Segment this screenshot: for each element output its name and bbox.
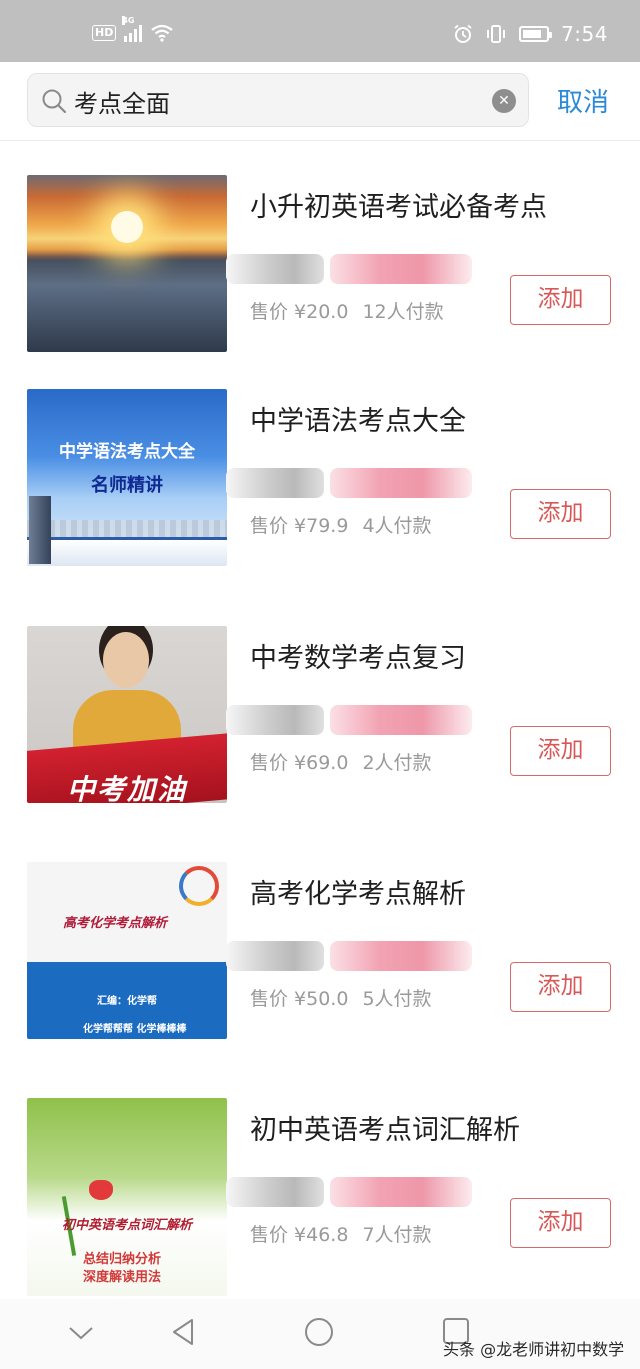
blurred-text (330, 468, 472, 498)
course-thumbnail[interactable]: 高考化学考点解析 汇编：化学帮 化学帮帮帮 化学棒棒棒 (27, 862, 227, 1039)
tulip-image (89, 1180, 113, 1200)
home-icon[interactable] (304, 1317, 334, 1347)
battery-icon (519, 26, 553, 42)
clock: 7:54 (561, 22, 608, 46)
blurred-text (226, 705, 324, 735)
course-title[interactable]: 小升初英语考试必备考点 (250, 185, 547, 224)
price: 售价 ¥46.8 (250, 1224, 349, 1246)
course-title[interactable]: 高考化学考点解析 (250, 872, 466, 911)
blurred-text (330, 941, 472, 971)
thumbnail-text: 化学帮帮帮 化学棒棒棒 (83, 1024, 187, 1035)
course-thumbnail[interactable]: 中学语法考点大全 名师精讲 (27, 389, 227, 566)
cancel-button[interactable]: 取消 (557, 82, 609, 119)
signal-icon: 4G (122, 16, 143, 42)
chevron-down-icon[interactable] (68, 1325, 94, 1341)
course-title[interactable]: 中学语法考点大全 (250, 399, 466, 438)
buyer-count: 5人付款 (362, 988, 432, 1010)
buyer-count: 2人付款 (362, 752, 432, 774)
add-button[interactable]: 添加 (510, 275, 611, 325)
price: 售价 ¥69.0 (250, 752, 349, 774)
list-item[interactable]: 高考化学考点解析 汇编：化学帮 化学帮帮帮 化学棒棒棒 高考化学考点解析 售价 … (0, 862, 640, 1098)
thumbnail-text: 初中英语考点词汇解析 (61, 1218, 192, 1233)
course-thumbnail[interactable]: 初中英语考点词汇解析 总结归纳分析 深度解读用法 (27, 1098, 227, 1296)
blurred-text (226, 468, 324, 498)
thumbnail-text: 中学语法考点大全 (59, 442, 195, 462)
buyer-count: 4人付款 (362, 515, 432, 537)
blurred-text (226, 254, 324, 284)
hd-icon: HD (92, 25, 117, 41)
search-box[interactable]: ✕ (27, 73, 529, 127)
thumbnail-text: 总结归纳分析 (83, 1252, 162, 1267)
thumbnail-text: 名师精讲 (91, 475, 163, 496)
add-button[interactable]: 添加 (510, 489, 611, 539)
price: 售价 ¥50.0 (250, 988, 349, 1010)
building-image (29, 496, 51, 564)
list-item[interactable]: 中学语法考点大全 名师精讲 中学语法考点大全 售价 ¥79.9 4人付款 添加 (0, 389, 640, 625)
course-meta: 售价 ¥69.0 2人付款 (250, 748, 432, 775)
alarm-icon (454, 24, 472, 43)
add-button[interactable]: 添加 (510, 962, 611, 1012)
course-meta: 售价 ¥50.0 5人付款 (250, 984, 432, 1011)
buyer-count: 12人付款 (362, 301, 444, 323)
list-item[interactable]: 小升初英语考试必备考点 售价 ¥20.0 12人付款 添加 (0, 175, 640, 411)
add-button[interactable]: 添加 (510, 726, 611, 776)
price: 售价 ¥20.0 (250, 301, 349, 323)
buyer-count: 7人付款 (362, 1224, 432, 1246)
course-meta: 售价 ¥46.8 7人付款 (250, 1220, 432, 1247)
thumbnail-text: 高考化学考点解析 (63, 916, 168, 931)
back-icon[interactable] (170, 1317, 196, 1347)
course-meta: 售价 ¥79.9 4人付款 (250, 511, 432, 538)
course-thumbnail[interactable]: 中考加油 (27, 626, 227, 803)
list-item[interactable]: 中考加油 中考数学考点复习 售价 ¥69.0 2人付款 添加 (0, 626, 640, 862)
add-button[interactable]: 添加 (510, 1198, 611, 1248)
network-type: 4G (122, 16, 135, 25)
clear-icon[interactable]: ✕ (492, 89, 516, 113)
blurred-text (330, 1177, 472, 1207)
thumbnail-text: 汇编：化学帮 (97, 996, 157, 1007)
course-title[interactable]: 中考数学考点复习 (250, 636, 466, 675)
blurred-text (330, 254, 472, 284)
blurred-text (330, 705, 472, 735)
course-title[interactable]: 初中英语考点词汇解析 (250, 1108, 520, 1147)
watermark: 头条 @龙老师讲初中数学 (436, 1332, 629, 1364)
status-bar: HD 4G 7:54 (0, 0, 640, 62)
logo-icon (179, 866, 219, 906)
search-input[interactable] (74, 82, 474, 120)
course-thumbnail[interactable] (27, 175, 227, 352)
search-header: ✕ 取消 (0, 62, 640, 141)
vibrate-icon (487, 25, 506, 43)
blurred-text (226, 1177, 324, 1207)
sun-image (111, 211, 143, 243)
blurred-text (226, 941, 324, 971)
course-meta: 售价 ¥20.0 12人付款 (250, 297, 444, 324)
thumbnail-text: 中考加油 (66, 773, 187, 803)
price: 售价 ¥79.9 (250, 515, 349, 537)
thumbnail-text: 深度解读用法 (83, 1270, 162, 1285)
wifi-icon (151, 24, 174, 42)
search-icon (42, 89, 67, 114)
